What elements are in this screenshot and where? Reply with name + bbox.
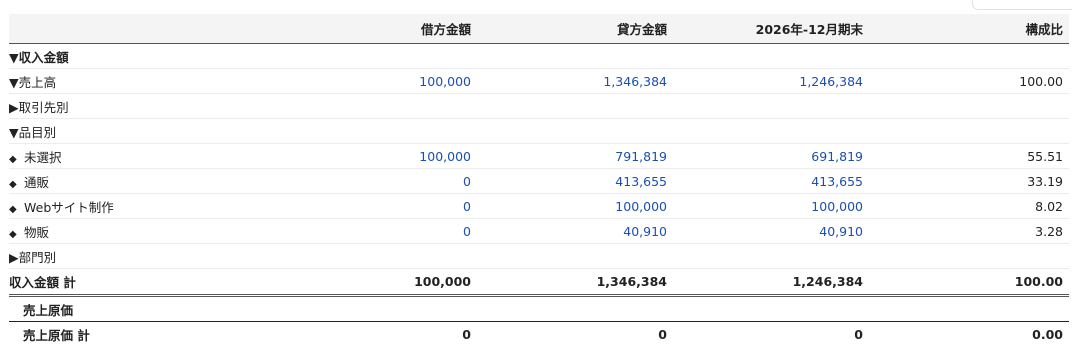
tag-icon: ◆ [9,204,20,215]
top-right-control [972,0,1072,10]
item-debit[interactable]: 0 [463,174,471,189]
item-label: 通販 [24,175,49,190]
item-label: 物販 [24,225,49,240]
cost-total-credit: 0 [477,322,673,346]
income-total-ratio: 100.00 [869,269,1069,296]
item-ratio: 33.19 [869,169,1069,194]
header-debit[interactable]: 借方金額 [294,14,477,44]
cost-total-ratio: 0.00 [869,322,1069,346]
header-credit[interactable]: 貸方金額 [477,14,673,44]
item-debit[interactable]: 0 [463,199,471,214]
cost-total-debit: 0 [294,322,477,346]
item-credit[interactable]: 100,000 [615,199,667,214]
income-total-row: 収入金額 計 100,000 1,346,384 1,246,384 100.0… [9,269,1069,296]
item-ratio: 55.51 [869,144,1069,169]
sales-debit[interactable]: 100,000 [419,74,471,89]
cost-total-label: 売上原価 計 [9,322,294,346]
item-credit[interactable]: 40,910 [623,224,667,239]
item-label: 未選択 [24,150,62,165]
item-ratio: 3.28 [869,219,1069,244]
item-label: Webサイト制作 [24,200,114,215]
header-period-end[interactable]: 2026年-12月期末 [673,14,869,44]
header-name [9,14,294,44]
item-period-end[interactable]: 40,910 [819,224,863,239]
by-item-row: ▼品目別 [9,119,1069,144]
tag-icon: ◆ [9,229,20,240]
sales-ratio: 100.00 [869,69,1069,94]
item-debit[interactable]: 100,000 [419,149,471,164]
by-partner-row: ▶取引先別 [9,94,1069,119]
income-section-row: ▼収入金額 [9,44,1069,69]
cost-section-row: 売上原価 [9,296,1069,322]
item-period-end[interactable]: 413,655 [811,174,863,189]
sales-row: ▼売上高 100,000 1,346,384 1,246,384 100.00 [9,69,1069,94]
income-total-credit: 1,346,384 [477,269,673,296]
by-department-toggle[interactable]: ▶部門別 [9,244,294,269]
income-total-label: 収入金額 計 [9,269,294,296]
tag-icon: ◆ [9,179,20,190]
item-period-end[interactable]: 691,819 [811,149,863,164]
income-section-toggle[interactable]: ▼収入金額 [9,44,294,69]
sales-credit[interactable]: 1,346,384 [603,74,667,89]
by-item-toggle[interactable]: ▼品目別 [9,119,294,144]
cost-total-row: 売上原価 計 0 0 0 0.00 [9,322,1069,346]
header-row: 借方金額 貸方金額 2026年-12月期末 構成比 [9,14,1069,44]
income-total-period-end: 1,246,384 [673,269,869,296]
income-report-table: 借方金額 貸方金額 2026年-12月期末 構成比 ▼収入金額 ▼売上高 100… [9,14,1069,346]
item-credit[interactable]: 791,819 [615,149,667,164]
table-row: ◆ 物販 0 40,910 40,910 3.28 [9,219,1069,244]
sales-toggle[interactable]: ▼売上高 [9,69,294,94]
by-department-row: ▶部門別 [9,244,1069,269]
cost-section-label: 売上原価 [9,296,294,322]
item-period-end[interactable]: 100,000 [811,199,863,214]
table-row: ◆ 通販 0 413,655 413,655 33.19 [9,169,1069,194]
tag-icon: ◆ [9,154,20,165]
income-total-debit: 100,000 [294,269,477,296]
item-debit[interactable]: 0 [463,224,471,239]
item-ratio: 8.02 [869,194,1069,219]
sales-period-end[interactable]: 1,246,384 [799,74,863,89]
table-row: ◆ Webサイト制作 0 100,000 100,000 8.02 [9,194,1069,219]
cost-total-period-end: 0 [673,322,869,346]
header-ratio[interactable]: 構成比 [869,14,1069,44]
item-credit[interactable]: 413,655 [615,174,667,189]
table-row: ◆ 未選択 100,000 791,819 691,819 55.51 [9,144,1069,169]
by-partner-toggle[interactable]: ▶取引先別 [9,94,294,119]
